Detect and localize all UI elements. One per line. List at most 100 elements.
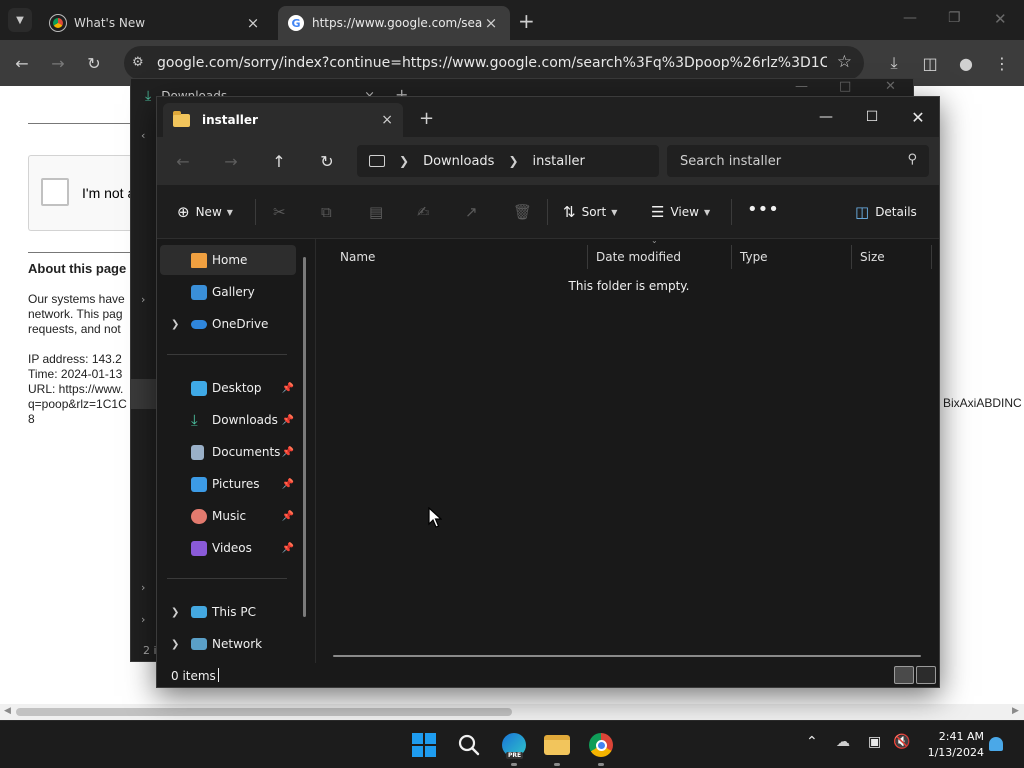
close-icon[interactable]: ×: [381, 112, 393, 128]
browser-horizontal-scrollbar[interactable]: ◀ ▶: [0, 704, 1024, 720]
share-button[interactable]: ↗: [465, 200, 484, 224]
nav-item-desktop[interactable]: Desktop 📌: [160, 373, 296, 403]
close-button[interactable]: ✕: [895, 103, 939, 131]
tab-search-button[interactable]: ▼: [8, 8, 32, 32]
nav-scrollbar[interactable]: [303, 257, 306, 617]
selected-nav-item[interactable]: [131, 379, 157, 409]
chrome-minimize-button[interactable]: —: [903, 10, 917, 26]
pin-icon[interactable]: 📌: [282, 447, 294, 458]
copy-button[interactable]: ⧉: [321, 200, 338, 224]
scroll-left-icon[interactable]: ◀: [4, 706, 11, 716]
pin-icon[interactable]: 📌: [282, 543, 294, 554]
pin-icon[interactable]: 📌: [282, 415, 294, 426]
content-scrollbar[interactable]: [333, 655, 921, 657]
chevron-right-icon[interactable]: ❯: [171, 639, 179, 650]
breadcrumb-installer[interactable]: installer: [533, 154, 585, 169]
notification-bell-icon[interactable]: [989, 737, 1003, 751]
view-button[interactable]: ☰ View ▼: [651, 200, 710, 224]
close-button[interactable]: ✕: [885, 79, 896, 94]
chrome-tab-google[interactable]: G https://www.google.com/search ×: [278, 6, 510, 40]
breadcrumb-downloads[interactable]: Downloads: [423, 154, 494, 169]
file-list[interactable]: Name Date modified ⌄ Type Size This fold…: [315, 236, 939, 663]
minimize-button[interactable]: —: [803, 103, 849, 131]
nav-item-music[interactable]: Music 📌: [160, 501, 296, 531]
chevron-right-icon[interactable]: ❯: [171, 607, 179, 618]
pin-icon[interactable]: 📌: [282, 479, 294, 490]
speaker-muted-icon[interactable]: 🔇: [893, 734, 910, 750]
chevron-right-icon[interactable]: ❯: [171, 319, 179, 330]
recaptcha-checkbox[interactable]: [41, 178, 69, 206]
scroll-right-icon[interactable]: ▶: [1012, 706, 1019, 716]
site-info-icon[interactable]: ⚙: [132, 55, 144, 70]
rename-button[interactable]: ✍: [417, 200, 436, 224]
taskbar-clock[interactable]: 2:41 AM 1/13/2024: [920, 729, 984, 761]
close-icon[interactable]: ×: [482, 14, 500, 32]
column-header-name[interactable]: Name: [332, 245, 588, 269]
scrollbar-thumb[interactable]: [16, 708, 512, 716]
bookmark-star-icon[interactable]: ☆: [837, 52, 852, 72]
nav-item-home[interactable]: Home: [160, 245, 296, 275]
maximize-button[interactable]: □: [839, 79, 851, 94]
chevron-right-icon[interactable]: ❯: [399, 154, 409, 168]
download-icon[interactable]: ⤓: [882, 51, 906, 75]
cut-button[interactable]: ✂: [273, 200, 292, 224]
chrome-tab-whats-new[interactable]: What's New ×: [40, 6, 272, 40]
new-button[interactable]: ⊕ New ▼: [177, 200, 233, 224]
nav-item-documents[interactable]: Documents 📌: [160, 437, 296, 467]
column-header-type[interactable]: Type: [732, 245, 852, 269]
explorer-tab-installer[interactable]: installer ×: [163, 103, 403, 137]
nav-item-pictures[interactable]: Pictures 📌: [160, 469, 296, 499]
delete-button[interactable]: 🗑: [513, 200, 538, 224]
omnibox[interactable]: ⚙ google.com/sorry/index?continue=https:…: [124, 46, 864, 80]
paste-button[interactable]: ▤: [369, 200, 389, 224]
forward-arrow-icon[interactable]: →: [46, 51, 70, 75]
nav-item-downloads[interactable]: ⤓ Downloads 📌: [160, 405, 296, 435]
taskbar-file-explorer[interactable]: [543, 731, 571, 766]
back-arrow-icon[interactable]: ←: [10, 51, 34, 75]
nav-item-this-pc[interactable]: ❯ This PC: [160, 597, 296, 627]
refresh-icon[interactable]: ↻: [316, 151, 338, 171]
details-view-button[interactable]: [894, 666, 914, 684]
network-monitor-icon[interactable]: ▣: [868, 734, 881, 750]
onedrive-offline-icon[interactable]: ☁: [836, 734, 850, 750]
minimize-button[interactable]: —: [795, 79, 808, 94]
breadcrumb[interactable]: ❯ Downloads ❯ installer: [357, 145, 659, 177]
this-pc-icon[interactable]: [369, 155, 385, 167]
chevron-up-icon[interactable]: ⌃: [806, 734, 818, 750]
chrome-restore-button[interactable]: ❐: [948, 10, 961, 26]
chevron-right-icon[interactable]: ›: [141, 613, 145, 626]
new-tab-button[interactable]: +: [518, 9, 535, 33]
chevron-right-icon[interactable]: ›: [141, 581, 145, 594]
side-panel-icon[interactable]: ◫: [918, 51, 942, 75]
new-tab-button[interactable]: +: [419, 108, 434, 129]
maximize-button[interactable]: ☐: [849, 103, 895, 131]
nav-item-videos[interactable]: Videos 📌: [160, 533, 296, 563]
more-options-button[interactable]: •••: [747, 197, 779, 221]
forward-arrow-icon[interactable]: →: [220, 151, 242, 171]
back-arrow-icon[interactable]: ←: [172, 151, 194, 171]
tiles-view-button[interactable]: [916, 666, 936, 684]
start-button[interactable]: [410, 731, 438, 759]
sort-button[interactable]: ⇅ Sort ▼: [563, 200, 617, 224]
nav-item-onedrive[interactable]: ❯ OneDrive: [160, 309, 296, 339]
column-header-size[interactable]: Size: [852, 245, 932, 269]
nav-item-network[interactable]: ❯ Network: [160, 629, 296, 659]
pin-icon[interactable]: 📌: [282, 511, 294, 522]
taskbar-search-button[interactable]: [455, 731, 483, 759]
chevron-right-icon[interactable]: ❯: [508, 154, 518, 168]
omnibox-url[interactable]: google.com/sorry/index?continue=https://…: [157, 55, 827, 71]
chrome-close-button[interactable]: ✕: [994, 10, 1007, 28]
details-button[interactable]: ◫ Details: [855, 200, 917, 224]
reload-icon[interactable]: ↻: [82, 51, 106, 75]
pin-icon[interactable]: 📌: [282, 383, 294, 394]
chrome-menu-icon[interactable]: ⋮: [990, 51, 1014, 75]
chevron-right-icon[interactable]: ›: [141, 293, 145, 306]
column-header-date-modified[interactable]: Date modified: [588, 245, 732, 269]
search-input[interactable]: Search installer ⚲: [667, 145, 929, 177]
nav-item-gallery[interactable]: Gallery: [160, 277, 296, 307]
close-icon[interactable]: ×: [244, 14, 262, 32]
chevron-left-icon[interactable]: ‹: [141, 129, 145, 142]
up-arrow-icon[interactable]: ↑: [268, 151, 290, 171]
profile-icon[interactable]: ●: [954, 51, 978, 75]
taskbar-chrome[interactable]: [587, 731, 615, 766]
